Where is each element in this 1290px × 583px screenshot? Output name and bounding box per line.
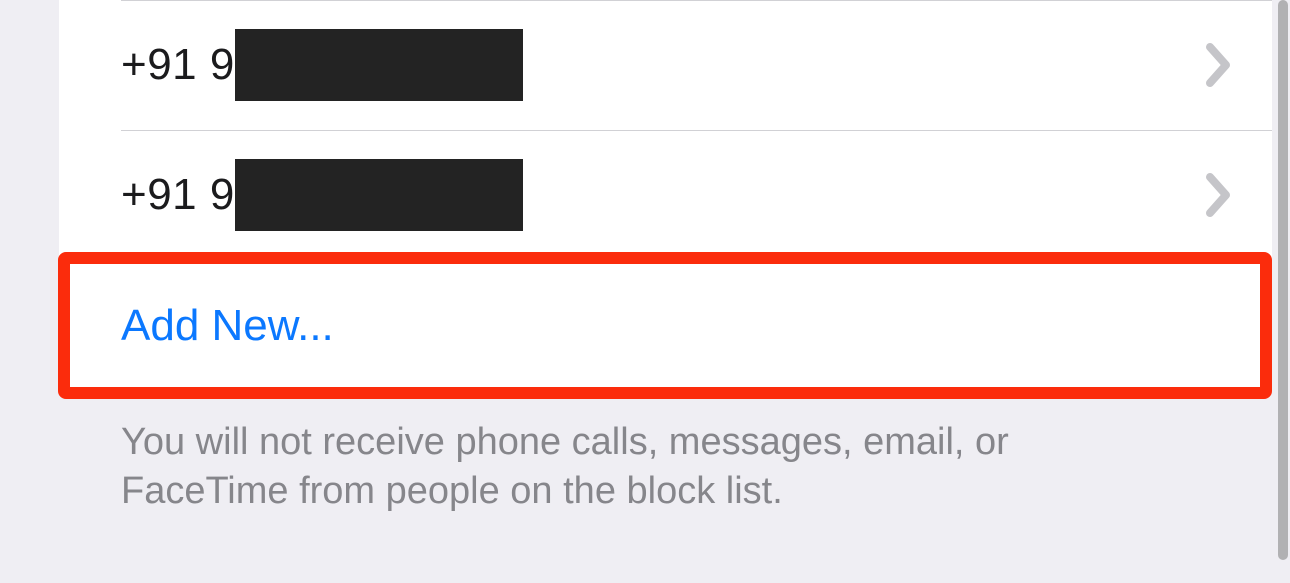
chevron-right-icon [1206,43,1232,87]
scrollbar[interactable] [1278,0,1288,560]
blocked-list: +91 9 +91 9 Add New... [59,0,1272,392]
phone-prefix: +91 9 [121,40,235,90]
blocked-contact-row[interactable]: +91 9 [59,0,1272,130]
row-separator [121,0,1272,1]
redacted-phone [235,159,523,231]
add-new-button[interactable]: Add New... [59,260,1272,392]
footer-description: You will not receive phone calls, messag… [59,392,1272,515]
chevron-right-icon [1206,173,1232,217]
redacted-phone [235,29,523,101]
add-new-label: Add New... [121,301,334,351]
blocked-contacts-panel: +91 9 +91 9 Add New... You will not rece… [0,0,1290,583]
blocked-contact-row[interactable]: +91 9 [59,130,1272,260]
phone-prefix: +91 9 [121,170,235,220]
row-separator [121,130,1272,131]
